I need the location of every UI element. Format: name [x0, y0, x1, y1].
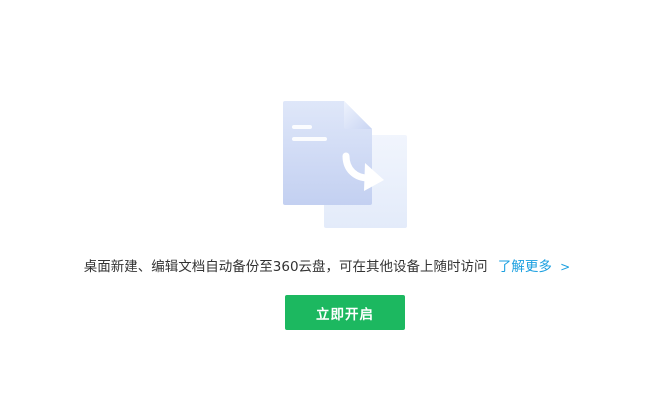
enable-now-button[interactable]: 立即开启 — [285, 295, 405, 330]
chevron-right-icon: > — [560, 260, 571, 274]
document-backup-icon — [282, 100, 408, 230]
backup-description: 桌面新建、编辑文档自动备份至360云盘，可在其他设备上随时访问 了解更多 > — [0, 256, 654, 278]
description-text: 桌面新建、编辑文档自动备份至360云盘，可在其他设备上随时访问 — [83, 259, 488, 275]
learn-more-label: 了解更多 — [497, 259, 552, 275]
learn-more-link[interactable]: 了解更多 > — [498, 259, 570, 275]
